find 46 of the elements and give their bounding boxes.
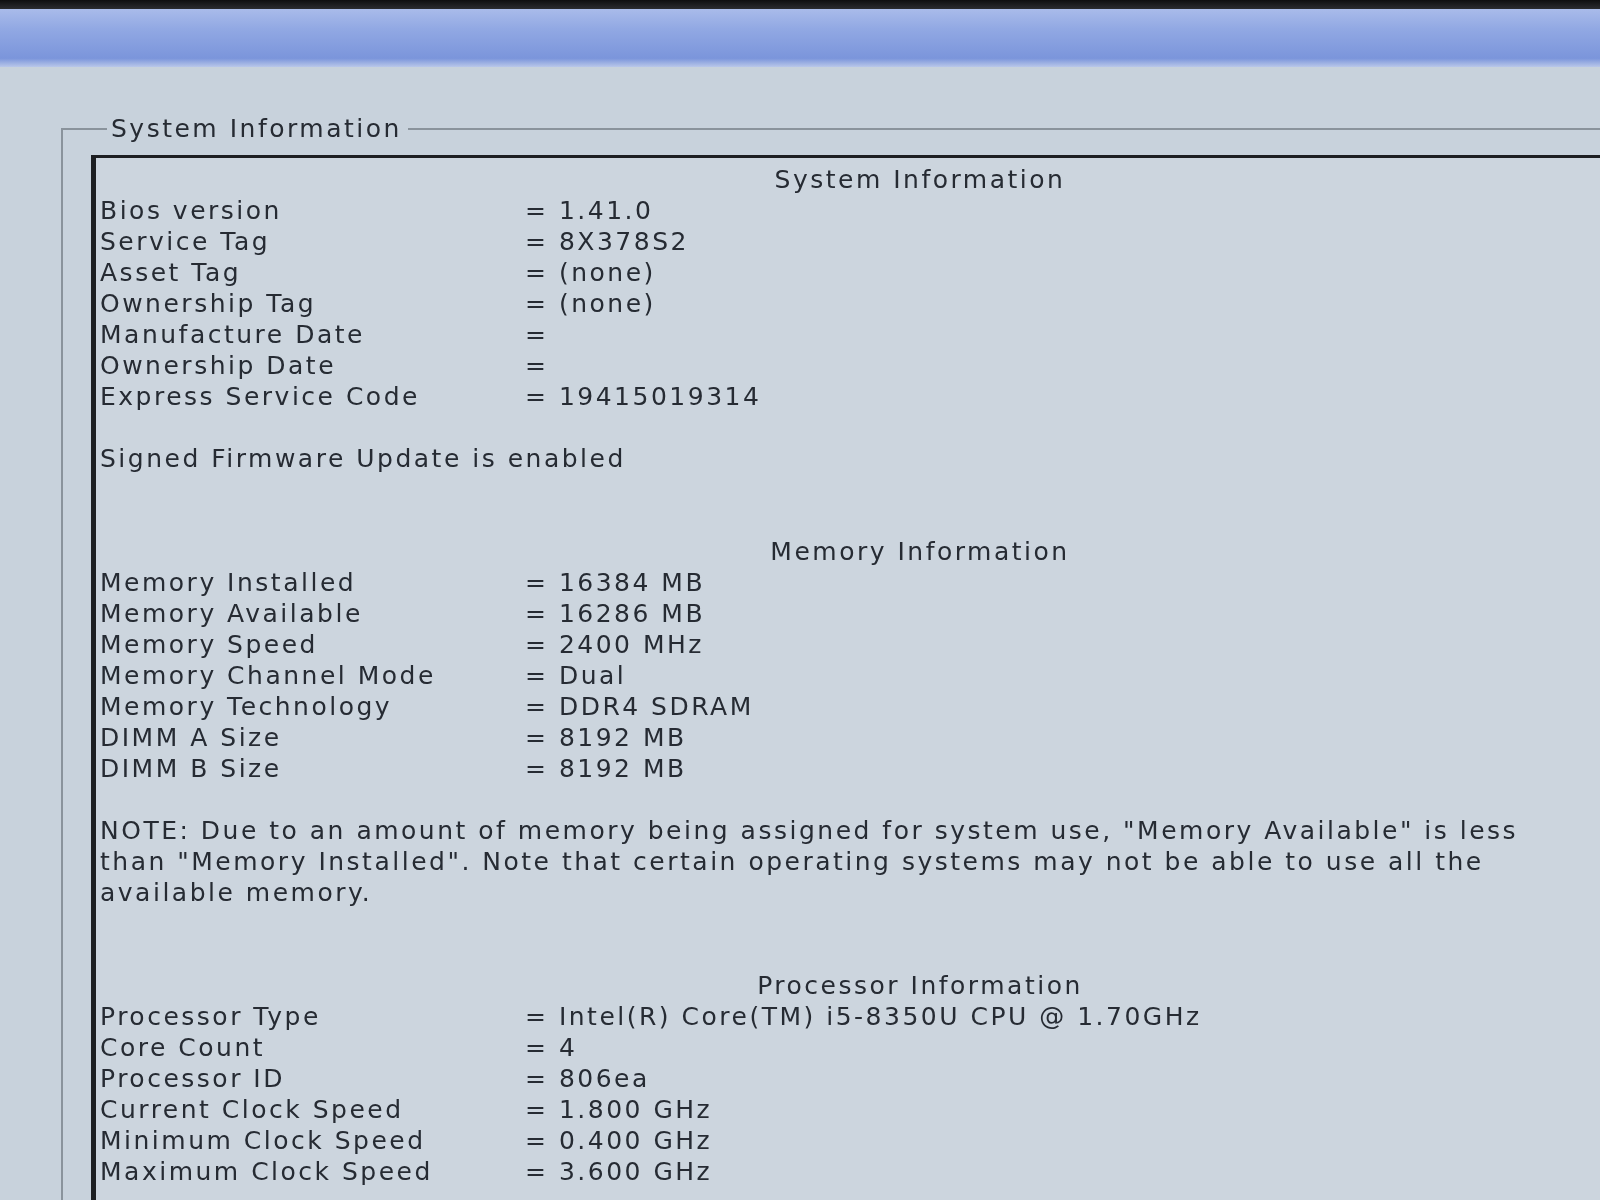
field-label: Memory Technology [100, 691, 393, 722]
field-label: Express Service Code [100, 381, 420, 412]
field-value: = (none) [525, 257, 656, 288]
section-title: Processor Information [757, 970, 1083, 1001]
field-value: = (none) [525, 288, 656, 319]
field-value: = 1.41.0 [525, 195, 654, 226]
field-label: Maximum Clock Speed [100, 1156, 433, 1187]
info-note: NOTE: Due to an amount of memory being assigned for system use, "Memory Available" is less than "Memory Installed". Note that certain operating systems may not be able to use all the available memory. [100, 815, 1520, 908]
field-label: Memory Channel Mode [100, 660, 436, 691]
section-title: Memory Information [770, 536, 1070, 567]
field-label: Memory Available [100, 598, 363, 629]
field-label: DIMM A Size [100, 722, 282, 753]
info-note: Signed Firmware Update is enabled [100, 443, 627, 474]
field-value: = 806ea [525, 1063, 650, 1094]
field-label: Manufacture Date [100, 319, 365, 350]
field-value: = Intel(R) Core(TM) i5-8350U CPU @ 1.70GHz [525, 1001, 1202, 1032]
section-title: System Information [774, 164, 1066, 195]
field-value: = 2400 MHz [525, 629, 704, 660]
field-label: DIMM B Size [100, 753, 282, 784]
field-value: = 3.600 GHz [525, 1156, 713, 1187]
field-value: = 1.800 GHz [525, 1094, 713, 1125]
field-value: = DDR4 SDRAM [525, 691, 754, 722]
group-title: System Information [110, 113, 403, 144]
field-value: = 19415019314 [525, 381, 762, 412]
field-value: = 4 [525, 1032, 578, 1063]
field-label: Memory Installed [100, 567, 357, 598]
field-value: = 8192 MB [525, 722, 687, 753]
field-label: Ownership Date [100, 350, 336, 381]
field-value: = [525, 350, 549, 381]
field-label: Core Count [100, 1032, 266, 1063]
field-label: Processor Type [100, 1001, 321, 1032]
field-value: = 0.400 GHz [525, 1125, 713, 1156]
field-value: = Dual [525, 660, 627, 691]
field-label: Memory Speed [100, 629, 318, 660]
field-label: Asset Tag [100, 257, 242, 288]
field-value: = 16286 MB [525, 598, 706, 629]
field-value: = 16384 MB [525, 567, 706, 598]
field-value: = [525, 319, 549, 350]
field-value: = 8X378S2 [525, 226, 689, 257]
field-label: Service Tag [100, 226, 271, 257]
field-label: Ownership Tag [100, 288, 317, 319]
field-label: Current Clock Speed [100, 1094, 404, 1125]
field-label: Minimum Clock Speed [100, 1125, 426, 1156]
field-label: Processor ID [100, 1063, 285, 1094]
field-value: = 8192 MB [525, 753, 687, 784]
field-label: Bios version [100, 195, 282, 226]
